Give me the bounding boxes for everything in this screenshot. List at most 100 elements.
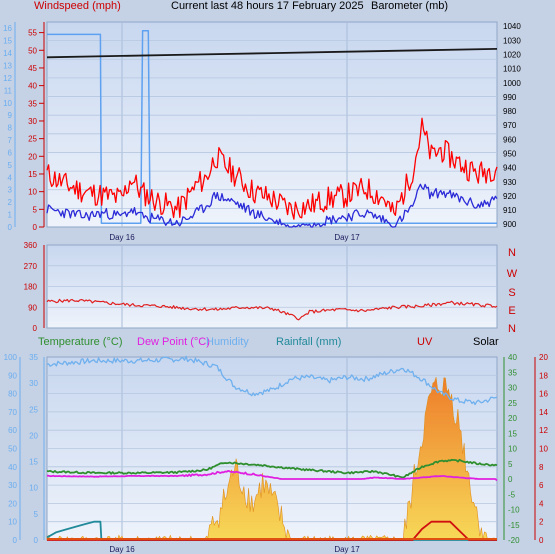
temp-tick: 35 (508, 368, 517, 377)
wind-tick: 50 (28, 46, 37, 55)
wind-outer-tick: 13 (3, 61, 12, 70)
wind-outer-tick: 15 (3, 37, 12, 46)
wind-outer-tick: 3 (8, 186, 13, 195)
temp-tick: 25 (508, 399, 517, 408)
compass-tick: E (508, 305, 515, 317)
uv-label: UV (417, 336, 433, 348)
compass-tick: W (507, 268, 518, 280)
temp-tick: 10 (508, 445, 517, 454)
wind-tick: 30 (28, 117, 37, 126)
baro-tick: 920 (503, 192, 517, 201)
humidity-tick: 30 (8, 481, 17, 490)
wind-tick: 15 (28, 170, 37, 179)
chart-title: Current last 48 hours 17 February 2025 (171, 0, 364, 12)
wind-outer-tick: 8 (8, 124, 13, 133)
baro-tick: 970 (503, 121, 517, 130)
baro-tick: 1030 (503, 36, 521, 45)
baro-tick: 960 (503, 135, 517, 144)
wind-tick: 35 (28, 99, 37, 108)
wind-outer-tick: 9 (8, 111, 13, 120)
uv-tick: 20 (539, 353, 548, 362)
baro-tick: 1020 (503, 51, 521, 60)
uv-tick: 0 (539, 536, 544, 545)
wind-outer-tick: 4 (8, 173, 13, 182)
temp-tick: 5 (508, 460, 513, 469)
day-tick: Day 17 (334, 233, 360, 242)
temperature-label: Temperature (°C) (38, 336, 123, 348)
day-tick: Day 16 (109, 233, 135, 242)
temp-tick: 30 (508, 384, 517, 393)
humidity-tick: 80 (8, 390, 17, 399)
baro-tick: 930 (503, 178, 517, 187)
humidity-tick: 50 (8, 445, 17, 454)
uv-tick: 10 (539, 445, 548, 454)
compass-tick: N (508, 323, 516, 335)
humidity-tick: 90 (8, 371, 17, 380)
temp-tick: 15 (508, 429, 517, 438)
rainfall-label: Rainfall (mm) (276, 336, 342, 348)
wind-tick: 45 (28, 64, 37, 73)
uv-tick: 18 (539, 371, 548, 380)
humidity-tick: 10 (8, 518, 17, 527)
wind-outer-tick: 16 (3, 24, 12, 33)
wind-tick: 20 (28, 152, 37, 161)
baro-tick: 1010 (503, 65, 521, 74)
wind-outer-tick: 11 (4, 86, 13, 95)
rain-tick: 10 (29, 484, 38, 493)
humidity-label: Humidity (206, 336, 249, 348)
rain-tick: 0 (34, 536, 39, 545)
temp-tick: 40 (508, 353, 517, 362)
temp-tick: 20 (508, 414, 517, 423)
wind-tick: 5 (33, 205, 38, 214)
barometer-label: Barometer (mb) (371, 0, 449, 12)
temp-tick: -15 (508, 521, 520, 530)
rain-tick: 5 (34, 510, 39, 519)
baro-tick: 1000 (503, 79, 521, 88)
uv-tick: 14 (539, 408, 548, 417)
direction-tick: 360 (24, 241, 38, 250)
solar-label: Solar (473, 336, 499, 348)
wind-tick: 25 (28, 135, 37, 144)
baro-tick: 950 (503, 149, 517, 158)
wind-outer-tick: 1 (8, 211, 13, 220)
wind-outer-tick: 14 (3, 49, 12, 58)
wind-outer-tick: 2 (8, 198, 13, 207)
direction-tick: 0 (33, 324, 38, 333)
baro-tick: 910 (503, 206, 517, 215)
compass-tick: N (508, 247, 516, 259)
uv-tick: 12 (539, 426, 548, 435)
uv-tick: 16 (539, 390, 548, 399)
compass-tick: S (508, 287, 515, 299)
wind-tick: 10 (28, 188, 37, 197)
rain-tick: 35 (29, 353, 38, 362)
humidity-tick: 70 (8, 408, 17, 417)
temp-tick: -5 (508, 490, 516, 499)
windspeed-label: Windspeed (mph) (34, 0, 121, 12)
humidity-tick: 60 (8, 426, 17, 435)
wind-outer-tick: 7 (8, 136, 13, 145)
temp-tick: 0 (508, 475, 513, 484)
wind-outer-tick: 10 (3, 99, 12, 108)
temp-tick: -20 (508, 536, 520, 545)
rain-tick: 30 (29, 379, 38, 388)
temp-tick: -10 (508, 506, 520, 515)
humidity-tick: 40 (8, 463, 17, 472)
wind-outer-tick: 6 (8, 148, 13, 157)
baro-tick: 1040 (503, 22, 521, 31)
uv-tick: 2 (539, 518, 544, 527)
humidity-tick: 100 (4, 353, 18, 362)
day-tick: Day 16 (109, 545, 135, 554)
direction-tick: 180 (24, 283, 38, 292)
direction-tick: 90 (28, 303, 37, 312)
wind-outer-tick: 12 (3, 74, 12, 83)
baro-tick: 990 (503, 93, 517, 102)
rain-tick: 20 (29, 431, 38, 440)
uv-tick: 4 (539, 499, 544, 508)
wind-outer-tick: 5 (8, 161, 13, 170)
humidity-tick: 0 (13, 536, 18, 545)
wind-outer-tick: 0 (8, 223, 13, 232)
weather-dashboard: 0123456789101112131415160510152025303540… (3, 21, 548, 554)
wind-tick: 0 (33, 223, 38, 232)
rain-tick: 25 (29, 405, 38, 414)
uv-tick: 8 (539, 463, 544, 472)
